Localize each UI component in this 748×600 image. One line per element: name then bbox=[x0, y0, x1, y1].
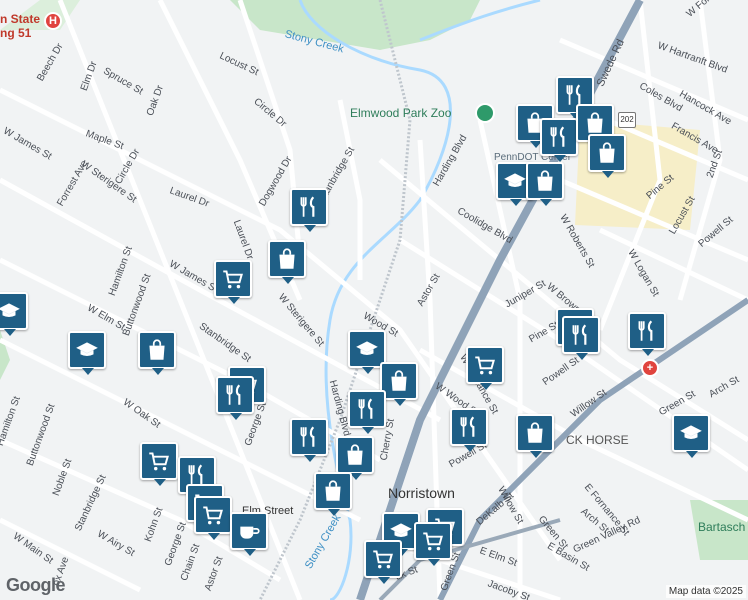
graduation-cap-icon bbox=[356, 341, 378, 355]
shopping-cart-icon bbox=[149, 452, 169, 471]
fork-knife-icon bbox=[300, 196, 315, 217]
black-horse-label: CK HORSE bbox=[566, 433, 629, 447]
restaurant-pin[interactable] bbox=[348, 390, 386, 434]
grocery-pin[interactable] bbox=[214, 260, 252, 304]
shopping-bag-icon bbox=[587, 112, 603, 133]
fork-knife-icon bbox=[226, 384, 241, 405]
cafe-pin[interactable] bbox=[230, 512, 268, 556]
shopping-cart-icon bbox=[475, 356, 495, 375]
graduation-cap-icon bbox=[76, 342, 98, 356]
fork-knife-icon bbox=[300, 426, 315, 447]
shopping-pin[interactable] bbox=[526, 162, 564, 206]
shopping-cart-icon bbox=[203, 506, 223, 525]
map-attribution[interactable]: Map data ©2025 bbox=[665, 585, 746, 598]
shopping-pin[interactable] bbox=[336, 436, 374, 480]
shopping-pin[interactable] bbox=[268, 240, 306, 284]
fork-knife-icon bbox=[550, 126, 565, 147]
restaurant-pin[interactable] bbox=[628, 312, 666, 356]
restaurant-pin[interactable] bbox=[450, 408, 488, 452]
restaurant-pin[interactable] bbox=[216, 376, 254, 420]
map-canvas[interactable]: H n State ng 51 + Stony Creek Stony Creek… bbox=[0, 0, 748, 600]
shopping-cart-icon bbox=[223, 270, 243, 289]
fork-knife-icon bbox=[358, 398, 373, 419]
restaurant-pin[interactable] bbox=[562, 316, 600, 360]
shopping-pin[interactable] bbox=[138, 331, 176, 375]
shopping-bag-icon bbox=[279, 248, 295, 269]
shopping-pin[interactable] bbox=[588, 134, 626, 178]
map-base bbox=[0, 0, 748, 600]
school-pin[interactable] bbox=[0, 292, 28, 336]
coffee-cup-icon bbox=[240, 526, 260, 539]
school-pin[interactable] bbox=[672, 414, 710, 458]
grocery-pin[interactable] bbox=[194, 496, 232, 540]
graduation-cap-icon bbox=[0, 303, 20, 317]
elmwood-park-zoo-label[interactable]: Elmwood Park Zoo bbox=[350, 106, 451, 120]
fork-knife-icon bbox=[638, 320, 653, 341]
shopping-pin[interactable] bbox=[516, 414, 554, 458]
shopping-cart-icon bbox=[373, 550, 393, 569]
graduation-cap-icon bbox=[504, 173, 526, 187]
fork-knife-icon bbox=[572, 324, 587, 345]
grocery-pin[interactable] bbox=[414, 522, 452, 566]
shopping-bag-icon bbox=[325, 480, 341, 501]
hospital-icon[interactable]: H bbox=[44, 12, 62, 30]
shopping-pin[interactable] bbox=[314, 472, 352, 516]
restaurant-pin[interactable] bbox=[290, 188, 328, 232]
shopping-bag-icon bbox=[149, 339, 165, 360]
bartasch-park-label: Bartasch P bbox=[698, 520, 748, 534]
shopping-bag-icon bbox=[537, 170, 553, 191]
restaurant-pin[interactable] bbox=[290, 418, 328, 462]
grocery-pin[interactable] bbox=[466, 346, 504, 390]
restaurant-pin[interactable] bbox=[540, 118, 578, 162]
fork-knife-icon bbox=[460, 416, 475, 437]
school-pin[interactable] bbox=[68, 331, 106, 375]
shopping-bag-icon bbox=[599, 142, 615, 163]
hospital-icon-right[interactable]: + bbox=[641, 359, 659, 377]
google-logo[interactable]: Google bbox=[6, 575, 66, 596]
shopping-bag-icon bbox=[391, 370, 407, 391]
graduation-cap-icon bbox=[680, 425, 702, 439]
zoo-icon[interactable] bbox=[475, 103, 495, 123]
shopping-bag-icon bbox=[527, 422, 543, 443]
grocery-pin[interactable] bbox=[364, 540, 402, 584]
route-202-shield: 202 bbox=[618, 112, 636, 128]
shopping-cart-icon bbox=[423, 532, 443, 551]
norristown-label: Norristown bbox=[388, 485, 455, 501]
shopping-bag-icon bbox=[347, 444, 363, 465]
grocery-pin[interactable] bbox=[140, 442, 178, 486]
